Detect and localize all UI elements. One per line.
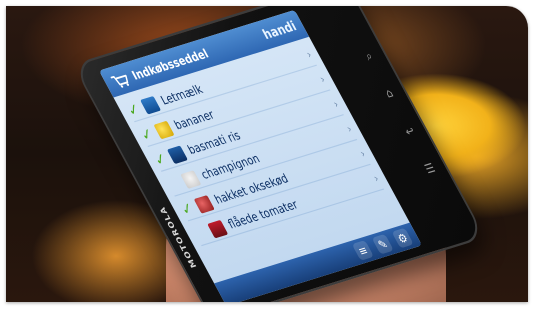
check-icon[interactable]: ✓ (178, 199, 197, 219)
shopping-cart-icon (109, 70, 132, 89)
search-icon[interactable]: ⌕ (363, 49, 375, 64)
list-icon[interactable]: ≡ (351, 240, 374, 261)
chevron-right-icon: › (304, 49, 315, 62)
menu-icon[interactable]: ☰ (422, 161, 437, 177)
app-name: handi (259, 18, 300, 43)
product-thumbnail (153, 120, 175, 139)
photo-background: MOTOROLA Indkøbsseddel handi ✓ Letmælk ›… (6, 6, 528, 302)
product-thumbnail (206, 219, 228, 238)
product-thumbnail (139, 95, 161, 115)
chevron-right-icon: › (371, 173, 382, 186)
settings-icon[interactable]: ⚙ (391, 227, 414, 249)
chevron-right-icon: › (331, 98, 342, 112)
chevron-right-icon: › (358, 148, 368, 161)
check-icon[interactable]: ✓ (165, 174, 184, 194)
chevron-right-icon: › (318, 73, 328, 87)
chevron-right-icon: › (345, 123, 355, 136)
back-icon[interactable]: ↩ (402, 123, 417, 139)
check-icon[interactable]: ✓ (138, 125, 157, 145)
check-icon[interactable]: ✓ (124, 100, 143, 120)
home-icon[interactable]: ⌂ (383, 86, 396, 101)
product-thumbnail (193, 194, 215, 214)
product-thumbnail (166, 144, 188, 164)
check-icon[interactable]: ✓ (151, 150, 170, 170)
product-thumbnail (180, 169, 202, 189)
check-icon[interactable]: ✓ (191, 224, 210, 244)
note-icon[interactable]: ✎ (371, 233, 394, 255)
